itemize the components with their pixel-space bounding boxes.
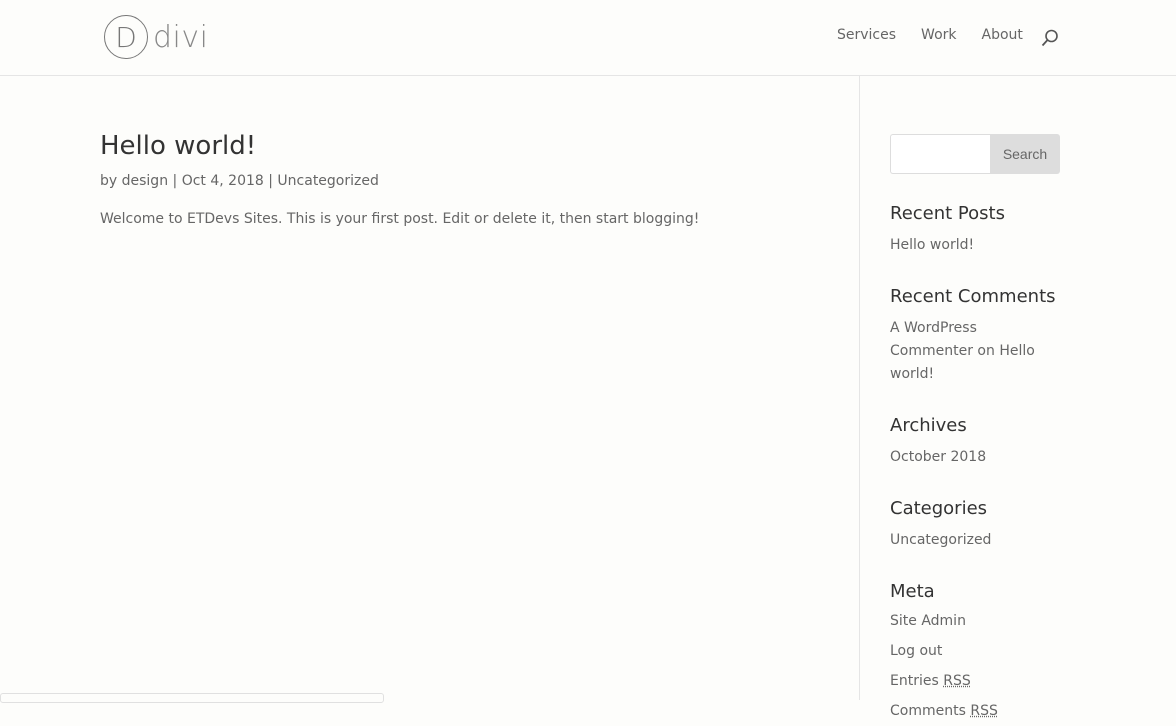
comment-on-label: on: [977, 343, 995, 359]
archive-link[interactable]: October 2018: [890, 446, 1060, 469]
comment-author-link[interactable]: A WordPress Commenter: [890, 320, 977, 359]
widget-categories: Categories Uncategorized: [890, 498, 1060, 552]
search-input[interactable]: [890, 134, 990, 174]
meta-separator: |: [172, 173, 178, 189]
widget-title: Recent Comments: [890, 286, 1056, 307]
site-logo[interactable]: D divi: [104, 15, 208, 59]
main-nav: Services Work About: [837, 27, 1048, 43]
widget-title: Categories: [890, 498, 988, 519]
widget-meta: Meta Site Admin Log out Entries RSS Comm…: [890, 581, 1060, 726]
nav-about[interactable]: About: [982, 27, 1023, 43]
logo-mark: D: [104, 15, 148, 59]
post-title[interactable]: Hello world!: [100, 131, 699, 161]
search-form: Search: [890, 134, 1060, 174]
widget-title: Recent Posts: [890, 203, 1005, 224]
bottom-panel-edge: [0, 693, 384, 703]
site-header: D divi Services Work About: [0, 0, 1176, 76]
sidebar: Search Recent Posts Hello world! Recent …: [890, 134, 1060, 726]
post-category[interactable]: Uncategorized: [277, 173, 378, 189]
widget-title: Archives: [890, 415, 967, 436]
search-button[interactable]: Search: [990, 134, 1060, 174]
by-label: by: [100, 173, 118, 189]
search-icon[interactable]: [1041, 29, 1059, 47]
site-admin-link[interactable]: Site Admin: [890, 606, 1060, 636]
post-meta: by design | Oct 4, 2018 | Uncategorized: [100, 173, 699, 189]
nav-work[interactable]: Work: [921, 27, 956, 43]
rss-abbr: RSS: [970, 703, 998, 719]
post-excerpt: Welcome to ETDevs Sites. This is your fi…: [100, 211, 700, 227]
post-article: Hello world! by design | Oct 4, 2018 | U…: [100, 131, 699, 227]
comments-label: Comments: [890, 703, 966, 719]
entries-rss-link[interactable]: Entries RSS: [890, 666, 1060, 696]
widget-title: Meta: [890, 581, 935, 602]
comments-rss-link[interactable]: Comments RSS: [890, 696, 1060, 726]
entries-label: Entries: [890, 673, 939, 689]
widget-recent-comments: Recent Comments A WordPress Commenter on…: [890, 286, 1060, 386]
post-date: Oct 4, 2018: [181, 173, 264, 189]
post-author[interactable]: design: [122, 173, 168, 189]
nav-services[interactable]: Services: [837, 27, 896, 43]
logo-text: divi: [153, 19, 209, 55]
category-link[interactable]: Uncategorized: [890, 529, 1060, 552]
meta-separator: |: [268, 173, 273, 189]
widget-archives: Archives October 2018: [890, 415, 1060, 469]
sidebar-divider: [859, 76, 860, 700]
widget-recent-posts: Recent Posts Hello world!: [890, 203, 1060, 257]
recent-post-link[interactable]: Hello world!: [890, 234, 1060, 257]
log-out-link[interactable]: Log out: [890, 636, 1060, 666]
rss-abbr: RSS: [943, 673, 971, 689]
